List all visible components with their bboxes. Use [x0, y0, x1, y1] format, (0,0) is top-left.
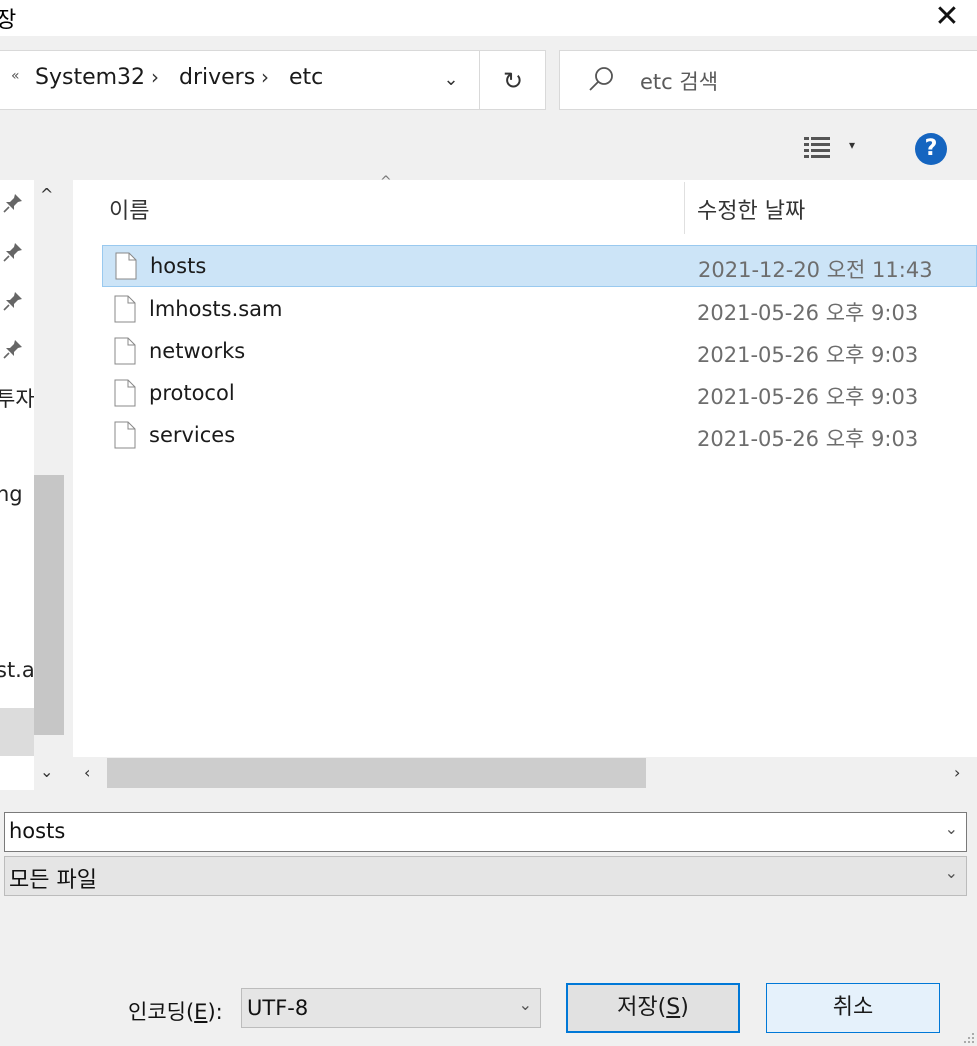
file-date: 2021-05-26 오후 9:03 — [697, 427, 919, 451]
encoding-select[interactable]: UTF-8 ⌄ — [241, 988, 541, 1028]
file-row[interactable]: protocol 2021-05-26 오후 9:03 — [102, 373, 977, 415]
filename-input[interactable]: hosts — [9, 819, 65, 843]
nav-scrollbar-thumb[interactable] — [34, 475, 64, 735]
column-divider[interactable] — [684, 182, 685, 234]
close-icon[interactable]: ✕ — [927, 2, 967, 36]
encoding-label: 인코딩(E): — [128, 1000, 223, 1024]
file-name: services — [149, 423, 236, 447]
breadcrumb-system32[interactable]: System32 — [35, 65, 145, 90]
nav-item[interactable]: 투자. — [0, 383, 34, 413]
scroll-left-icon[interactable]: ‹ — [84, 763, 90, 782]
nav-item-selected[interactable] — [0, 708, 34, 756]
title-bar — [0, 0, 977, 36]
encoding-value: UTF-8 — [247, 996, 309, 1020]
window-title: 장 — [0, 8, 17, 33]
breadcrumb-etc[interactable]: etc — [289, 65, 323, 90]
pin-icon[interactable] — [2, 290, 24, 317]
chevron-down-icon[interactable]: ⌄ — [519, 995, 532, 1014]
pin-icon[interactable] — [2, 241, 24, 268]
chevron-down-icon[interactable]: ⌄ — [945, 819, 958, 838]
file-row[interactable]: hosts 2021-12-20 오전 11:43 — [102, 245, 977, 287]
file-icon — [114, 337, 136, 365]
file-row[interactable]: services 2021-05-26 오후 9:03 — [102, 415, 977, 457]
file-icon — [115, 252, 137, 280]
file-date: 2021-05-26 오후 9:03 — [697, 385, 919, 409]
scroll-right-icon[interactable]: › — [954, 763, 960, 782]
filetype-select[interactable]: 모든 파일 ⌄ — [4, 856, 967, 896]
resize-grip-icon[interactable] — [963, 1032, 975, 1044]
divider — [479, 51, 480, 109]
pin-icon[interactable] — [2, 338, 24, 365]
file-date: 2021-05-26 오후 9:03 — [697, 301, 919, 325]
view-dropdown-icon[interactable]: ▾ — [849, 138, 855, 152]
file-date: 2021-05-26 오후 9:03 — [697, 343, 919, 367]
file-name: protocol — [149, 381, 235, 405]
column-header-name[interactable]: 이름 — [109, 193, 149, 225]
scroll-up-icon[interactable]: ^ — [40, 185, 53, 204]
filetype-value: 모든 파일 — [9, 868, 97, 893]
file-row[interactable]: lmhosts.sam 2021-05-26 오후 9:03 — [102, 289, 977, 331]
breadcrumb-drivers[interactable]: drivers — [179, 65, 255, 90]
search-input[interactable]: etc 검색 — [640, 66, 718, 96]
breadcrumb-separator-icon[interactable]: › — [151, 65, 159, 89]
cancel-button[interactable]: 취소 — [766, 983, 940, 1033]
file-name: hosts — [150, 254, 207, 278]
file-icon — [114, 379, 136, 407]
navigation-pane: 투자. ng st.a — [0, 180, 34, 790]
file-date: 2021-12-20 오전 11:43 — [698, 258, 933, 282]
address-bar[interactable]: « System32 › drivers › etc ⌄ ↻ — [0, 50, 546, 110]
pin-icon[interactable] — [2, 192, 24, 219]
overflow-chevron-icon[interactable]: « — [11, 68, 20, 84]
file-name: lmhosts.sam — [149, 297, 283, 321]
chevron-down-icon[interactable]: ⌄ — [945, 863, 958, 882]
file-icon — [114, 295, 136, 323]
breadcrumb-separator-icon[interactable]: › — [261, 65, 269, 89]
filename-combobox[interactable]: hosts ⌄ — [4, 812, 967, 852]
command-bar — [0, 118, 977, 180]
refresh-icon[interactable]: ↻ — [491, 61, 535, 101]
nav-item[interactable]: ng — [0, 482, 23, 506]
file-icon — [114, 421, 136, 449]
save-button[interactable]: 저장(S) — [566, 983, 740, 1033]
horizontal-scrollbar-thumb[interactable] — [107, 758, 646, 788]
file-row[interactable]: networks 2021-05-26 오후 9:03 — [102, 331, 977, 373]
nav-item[interactable]: st.a — [0, 658, 34, 682]
column-header-date[interactable]: 수정한 날짜 — [697, 193, 805, 225]
search-icon — [589, 67, 613, 91]
view-details-icon[interactable] — [804, 136, 830, 160]
address-dropdown-icon[interactable]: ⌄ — [437, 63, 465, 97]
scroll-down-icon[interactable]: ⌄ — [40, 762, 53, 781]
search-box[interactable]: etc 검색 — [559, 50, 977, 110]
help-icon[interactable]: ? — [915, 133, 947, 165]
sort-indicator-icon: ^ — [380, 174, 392, 190]
file-name: networks — [149, 339, 246, 363]
